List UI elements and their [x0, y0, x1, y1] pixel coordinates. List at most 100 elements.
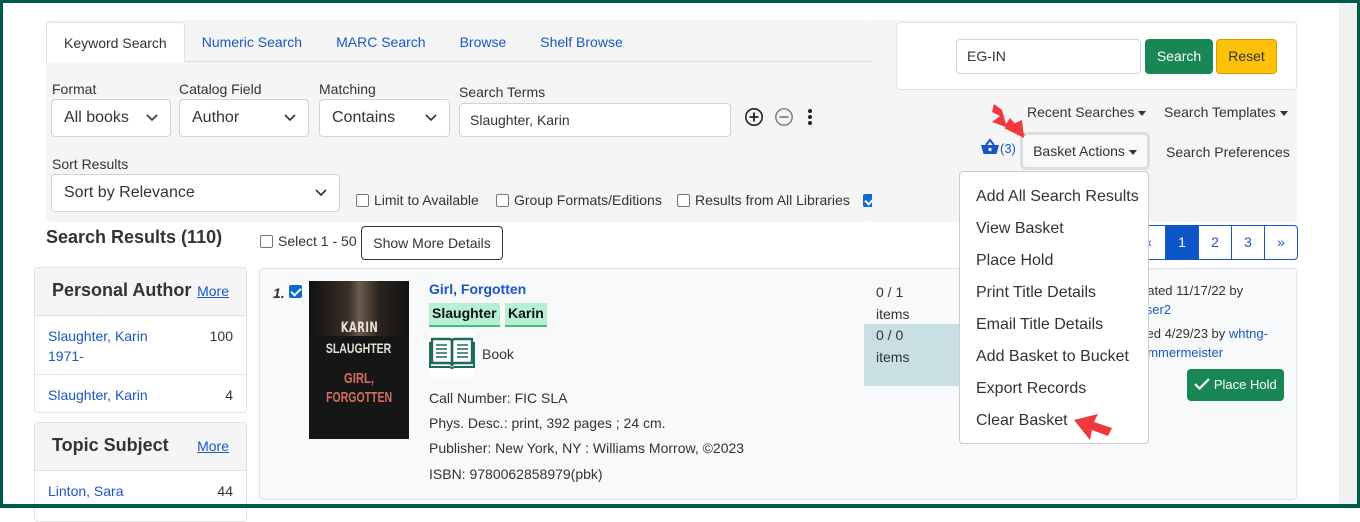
search-button[interactable]: Search: [1145, 39, 1213, 74]
basket-actions-label: Basket Actions: [1033, 143, 1125, 159]
basket-count: (3): [1000, 141, 1016, 156]
edited-info: ited 4/29/23 by whtng- ammermeister: [1140, 324, 1268, 362]
editor-link-cont[interactable]: ammermeister: [1140, 345, 1223, 360]
facet-item-link[interactable]: Slaughter, Karin: [48, 385, 178, 405]
editor-link[interactable]: whtng-: [1229, 326, 1268, 341]
holdings-count-value: 0 / 0: [876, 327, 904, 343]
format-label: Book: [482, 346, 514, 362]
sort-results-label: Sort Results: [52, 156, 129, 172]
menu-item-email-title-details[interactable]: Email Title Details: [960, 309, 1148, 341]
page-scrollbar[interactable]: [1339, 3, 1357, 504]
format-label: Format: [52, 81, 97, 97]
search-terms-input[interactable]: Slaughter, Karin: [459, 103, 731, 137]
facet-topic-subject: Topic Subject More Linton, Sara 44: [34, 422, 247, 522]
tab-keyword-search[interactable]: Keyword Search: [46, 22, 185, 63]
page-2[interactable]: 2: [1198, 226, 1231, 259]
tab-numeric-search[interactable]: Numeric Search: [185, 22, 319, 62]
facet-header: Topic Subject More: [35, 423, 246, 471]
more-options-kebab-icon[interactable]: [806, 107, 820, 127]
add-row-plus-icon[interactable]: [744, 107, 764, 127]
group-formats-checkbox[interactable]: Group Formats/Editions: [496, 192, 662, 208]
menu-item-print-title-details[interactable]: Print Title Details: [960, 277, 1148, 309]
facet-personal-author: Personal Author More Slaughter, Karin 19…: [34, 267, 247, 413]
catalog-field-select[interactable]: Author: [179, 99, 309, 137]
place-hold-label: Place Hold: [1213, 377, 1277, 392]
basket-actions-button[interactable]: Basket Actions: [1020, 132, 1150, 170]
search-templates-menu[interactable]: Search Templates: [1164, 104, 1288, 120]
created-info: eated 11/17/22 by iiser2: [1140, 281, 1243, 319]
all-libraries-checkbox[interactable]: Results from All Libraries: [677, 192, 850, 208]
holdings-count: 0 / 0 items: [864, 324, 960, 386]
show-more-details-button[interactable]: Show More Details: [361, 226, 503, 260]
search-preferences-link[interactable]: Search Preferences: [1166, 144, 1290, 160]
search-results-title: Search Results (110): [46, 227, 223, 247]
recent-searches-menu[interactable]: Recent Searches: [1027, 104, 1147, 120]
search-terms-label: Search Terms: [459, 84, 546, 100]
annotation-arrow-icon: [992, 104, 1026, 138]
menu-item-view-basket[interactable]: View Basket: [960, 213, 1148, 245]
page-1[interactable]: 1: [1165, 226, 1198, 259]
format-select[interactable]: All books: [51, 99, 171, 137]
holdings-unit: items: [876, 349, 910, 365]
limit-available-checkbox[interactable]: Limit to Available: [356, 192, 479, 208]
basket-icon: [980, 138, 1000, 159]
format-value: All books: [64, 109, 129, 126]
org-search-box: EG-IN Search Reset: [896, 22, 1297, 90]
chevron-down-icon: [315, 175, 327, 197]
checkbox[interactable]: [260, 234, 273, 248]
cover-text: SLAUGHTER: [326, 340, 392, 356]
facet-more-link[interactable]: More: [197, 438, 229, 454]
created-text: eated 11/17/22 by: [1140, 283, 1244, 298]
chevron-down-icon: [425, 100, 437, 122]
menu-item-add-basket-to-bucket[interactable]: Add Basket to Bucket: [960, 341, 1148, 373]
facet-item-count: 4: [225, 387, 233, 403]
call-number: Call Number: FIC SLA: [429, 390, 568, 406]
menu-item-add-all-results[interactable]: Add All Search Results: [960, 181, 1148, 213]
tab-marc-search[interactable]: MARC Search: [319, 22, 442, 62]
reset-button[interactable]: Reset: [1216, 39, 1277, 74]
sort-value: Sort by Relevance: [64, 184, 195, 201]
select-page-checkbox[interactable]: Select 1 - 50: [260, 233, 357, 249]
matching-label: Matching: [319, 81, 376, 97]
sort-select[interactable]: Sort by Relevance: [51, 174, 340, 212]
facet-item-link[interactable]: Slaughter, Karin 1971-: [48, 326, 178, 366]
remove-row-minus-icon[interactable]: [774, 107, 794, 127]
book-cover-image[interactable]: KARIN SLAUGHTER GIRL, FORGOTTEN: [309, 281, 409, 439]
tab-shelf-browse[interactable]: Shelf Browse: [523, 22, 639, 62]
cover-text: KARIN: [340, 320, 378, 336]
catalog-field-label: Catalog Field: [179, 81, 262, 97]
basket-link[interactable]: (3): [980, 138, 1016, 159]
org-unit-input[interactable]: EG-IN: [956, 39, 1141, 74]
author-link-given[interactable]: Karin: [505, 303, 547, 327]
edited-text: ited 4/29/23 by: [1140, 326, 1226, 341]
author-link-surname[interactable]: Slaughter: [429, 303, 500, 327]
select-page-label: Select 1 - 50: [278, 233, 357, 249]
facet-item: Slaughter, Karin 4: [35, 375, 246, 412]
facet-item-link[interactable]: Linton, Sara: [48, 481, 178, 501]
isbn: ISBN: 9780062858979(pbk): [429, 466, 603, 482]
matching-value: Contains: [332, 109, 396, 126]
checkbox[interactable]: [496, 193, 509, 207]
book-format-icon: [429, 331, 475, 377]
menu-item-clear-basket[interactable]: Clear Basket: [960, 405, 1148, 437]
catalog-field-value: Author: [192, 109, 240, 126]
caret-down-icon: [1138, 110, 1147, 116]
checkbox[interactable]: [356, 193, 369, 207]
chevron-down-icon: [284, 100, 296, 122]
facet-more-link[interactable]: More: [197, 283, 229, 299]
checkbox[interactable]: [677, 193, 690, 207]
facet-item-count: 100: [209, 328, 233, 344]
facet-title: Personal Author: [52, 280, 192, 300]
tab-browse[interactable]: Browse: [443, 22, 524, 62]
menu-item-export-records[interactable]: Export Records: [960, 373, 1148, 405]
menu-item-place-hold[interactable]: Place Hold: [960, 245, 1148, 277]
matching-select[interactable]: Contains: [319, 99, 450, 137]
publisher: Publisher: New York, NY : Williams Morro…: [429, 440, 745, 456]
chevron-down-icon: [146, 100, 158, 122]
page-next[interactable]: »: [1264, 226, 1297, 259]
result-select-checkbox[interactable]: [289, 285, 302, 298]
page-3[interactable]: 3: [1231, 226, 1264, 259]
place-hold-button[interactable]: Place Hold: [1187, 369, 1284, 401]
result-title-link[interactable]: Girl, Forgotten: [429, 281, 526, 297]
cover-text: FORGOTTEN: [326, 389, 392, 406]
